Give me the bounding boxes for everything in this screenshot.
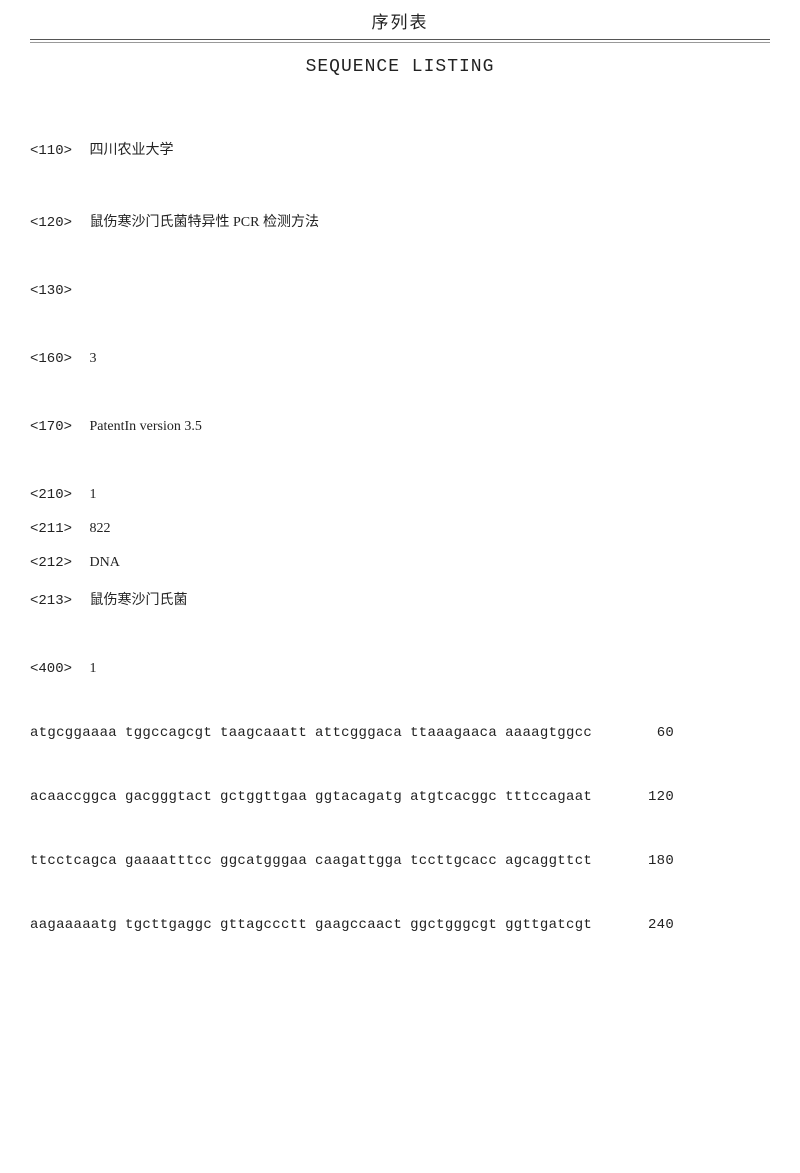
seq-group: acaaccggca [30, 789, 117, 805]
sequence-row: atgcggaaaa tggccagcgt taagcaaatt attcggg… [30, 725, 770, 741]
seq-group: caagattgga [315, 853, 402, 869]
seq-group: aagaaaaatg [30, 917, 117, 933]
seq-group: ttcctcagca [30, 853, 117, 869]
seq-group: gaaaatttcc [125, 853, 212, 869]
entry-value: 1 [90, 487, 97, 502]
seq-group: ggtacagatg [315, 789, 402, 805]
sequence-position: 60 [634, 725, 674, 741]
entry-value: 822 [90, 521, 111, 536]
seq-group: atgcggaaaa [30, 725, 117, 741]
entry-value: 鼠伤寒沙门氏菌特异性 PCR 检测方法 [90, 215, 319, 230]
entry-tag: <120> [30, 215, 86, 231]
entry-value: 四川农业大学 [90, 143, 174, 158]
sequence-position: 180 [634, 853, 674, 869]
sequence-groups: acaaccggca gacgggtact gctggttgaa ggtacag… [30, 789, 592, 805]
entry-120: <120> 鼠伤寒沙门氏菌特异性 PCR 检测方法 [30, 211, 770, 231]
seq-group: attcgggaca [315, 725, 402, 741]
sequence-row: aagaaaaatg tgcttgaggc gttagccctt gaagcca… [30, 917, 770, 933]
entry-213: <213> 鼠伤寒沙门氏菌 [30, 589, 770, 609]
entry-tag: <170> [30, 419, 86, 435]
entry-tag: <160> [30, 351, 86, 367]
seq-group: gctggttgaa [220, 789, 307, 805]
page-title-cn: 序列表 [30, 0, 770, 39]
sequence-groups: aagaaaaatg tgcttgaggc gttagccctt gaagcca… [30, 917, 592, 933]
seq-group: agcaggttct [505, 853, 592, 869]
seq-group: taagcaaatt [220, 725, 307, 741]
seq-group: gaagccaact [315, 917, 402, 933]
page-title-en: SEQUENCE LISTING [30, 43, 770, 77]
sequence-row: ttcctcagca gaaaatttcc ggcatgggaa caagatt… [30, 853, 770, 869]
seq-group: ggcatgggaa [220, 853, 307, 869]
entry-tag: <213> [30, 593, 86, 609]
entry-tag: <130> [30, 283, 86, 299]
entry-212: <212> DNA [30, 555, 770, 571]
seq-group: tttccagaat [505, 789, 592, 805]
entry-130: <130> [30, 283, 770, 299]
seq-group: ttaaagaaca [410, 725, 497, 741]
sequence-groups: ttcctcagca gaaaatttcc ggcatgggaa caagatt… [30, 853, 592, 869]
entry-tag: <212> [30, 555, 86, 571]
entry-value: 鼠伤寒沙门氏菌 [90, 593, 188, 608]
seq-group: ggctgggcgt [410, 917, 497, 933]
entry-value: 3 [90, 351, 97, 366]
entry-211: <211> 822 [30, 521, 770, 537]
page: 序列表 SEQUENCE LISTING <110> 四川农业大学 <120> … [0, 0, 800, 973]
seq-group: gacgggtact [125, 789, 212, 805]
sequence-groups: atgcggaaaa tggccagcgt taagcaaatt attcggg… [30, 725, 592, 741]
seq-group: gttagccctt [220, 917, 307, 933]
sequence-position: 120 [634, 789, 674, 805]
sequence-block: atgcggaaaa tggccagcgt taagcaaatt attcggg… [30, 725, 770, 933]
entry-210: <210> 1 [30, 487, 770, 503]
entry-tag: <211> [30, 521, 86, 537]
seq-group: tggccagcgt [125, 725, 212, 741]
entry-tag: <400> [30, 661, 86, 677]
entry-110: <110> 四川农业大学 [30, 139, 770, 159]
entry-value: PatentIn version 3.5 [90, 419, 202, 434]
entry-160: <160> 3 [30, 351, 770, 367]
entry-value: DNA [90, 555, 120, 570]
divider-top [30, 39, 770, 40]
seq-group: ggttgatcgt [505, 917, 592, 933]
entry-170: <170> PatentIn version 3.5 [30, 419, 770, 435]
seq-group: atgtcacggc [410, 789, 497, 805]
entry-tag: <210> [30, 487, 86, 503]
entry-tag: <110> [30, 143, 86, 159]
sequence-position: 240 [634, 917, 674, 933]
seq-group: tgcttgaggc [125, 917, 212, 933]
sequence-row: acaaccggca gacgggtact gctggttgaa ggtacag… [30, 789, 770, 805]
entry-400: <400> 1 [30, 661, 770, 677]
seq-group: aaaagtggcc [505, 725, 592, 741]
entry-value: 1 [90, 661, 97, 676]
seq-group: tccttgcacc [410, 853, 497, 869]
